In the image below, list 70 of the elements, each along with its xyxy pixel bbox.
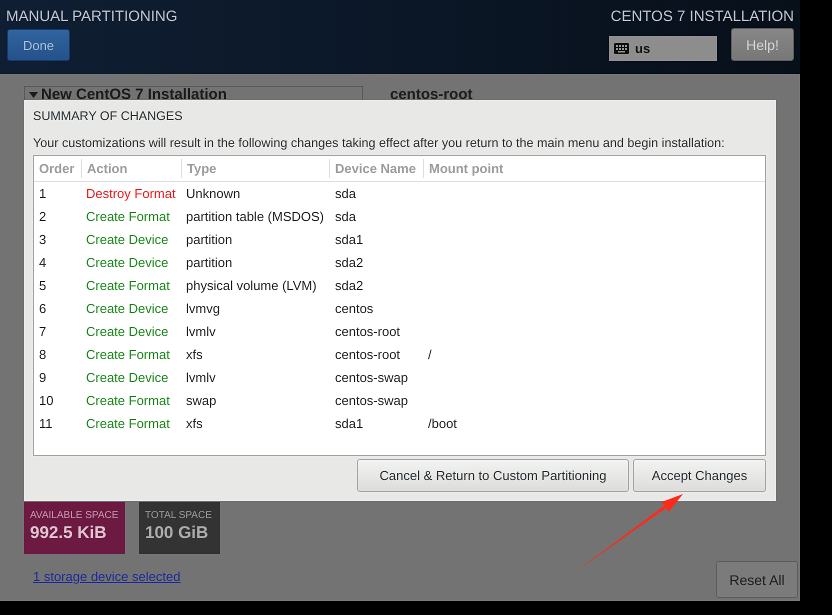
column-header[interactable]: Action: [87, 160, 128, 176]
table-cell: centos: [335, 301, 374, 316]
table-cell: 5: [39, 278, 46, 293]
table-cell: Create Format: [86, 393, 170, 408]
column-header[interactable]: Mount point: [429, 160, 504, 176]
dialog-button[interactable]: Accept Changes: [633, 459, 766, 492]
table-cell: partition table (MSDOS): [186, 209, 324, 224]
table-cell: Create Device: [86, 324, 168, 339]
tile-label: AVAILABLE SPACE: [30, 510, 118, 522]
table-cell: /: [428, 347, 432, 362]
table-cell: xfs: [186, 416, 203, 431]
detail-title: centos-root: [390, 88, 472, 101]
table-cell: 7: [39, 324, 46, 339]
table-cell: Create Device: [86, 370, 168, 385]
table-cell: Create Device: [86, 255, 168, 270]
dialog-button[interactable]: Cancel & Return to Custom Partitioning: [357, 459, 629, 492]
table-cell: sda1: [335, 232, 364, 247]
dialog-title: SUMMARY OF CHANGES: [33, 108, 183, 125]
tile-label: TOTAL SPACE: [145, 510, 212, 522]
table-cell: centos-root: [335, 324, 400, 339]
table-cell: sda2: [335, 255, 364, 270]
table-cell: 2: [39, 209, 46, 224]
table-cell: /boot: [428, 416, 457, 431]
table-cell: 10: [39, 393, 54, 408]
tile-value: 100 GiB: [145, 522, 208, 544]
table-cell: Create Format: [86, 278, 170, 293]
column-header[interactable]: Device Name: [335, 160, 416, 176]
table-cell: centos-root: [335, 347, 400, 362]
table-cell: centos-swap: [335, 370, 408, 385]
help-button[interactable]: Help!: [731, 28, 794, 61]
page-title: MANUAL PARTITIONING: [6, 8, 178, 26]
product-title: CENTOS 7 INSTALLATION: [610, 8, 794, 26]
table-cell: 11: [39, 416, 52, 431]
table-cell: sda: [335, 186, 356, 201]
table-cell: 3: [39, 232, 46, 247]
keyboard-layout-indicator[interactable]: us: [609, 36, 717, 61]
table-cell: 6: [39, 301, 46, 316]
table-cell: Create Device: [86, 301, 168, 316]
tile-value: 992.5 KiB: [30, 522, 107, 544]
column-header[interactable]: Order: [39, 160, 74, 176]
column-header[interactable]: Type: [187, 160, 216, 176]
table-cell: lvmlv: [186, 370, 216, 385]
table-cell: partition: [186, 232, 232, 247]
table-cell: 4: [39, 255, 46, 270]
reset-all-button[interactable]: Reset All: [716, 561, 798, 598]
table-cell: 1: [39, 186, 46, 201]
keyboard-icon: [614, 43, 629, 54]
table-cell: Create Device: [86, 232, 168, 247]
table-cell: 9: [39, 370, 46, 385]
table-cell: sda1: [335, 416, 364, 431]
done-button[interactable]: Done: [7, 29, 70, 61]
table-cell: Create Format: [86, 416, 170, 431]
table-cell: lvmlv: [186, 324, 216, 339]
table-cell: partition: [186, 255, 232, 270]
table-cell: 8: [39, 347, 46, 362]
table-cell: swap: [186, 393, 216, 408]
table-cell: Create Format: [86, 347, 170, 362]
table-cell: Destroy Format: [86, 186, 176, 201]
dialog-description: Your customizations will result in the following changes taking effect after you return to the main menu and begin installation:: [33, 135, 725, 152]
table-cell: sda2: [335, 278, 364, 293]
table-cell: Unknown: [186, 186, 240, 201]
table-cell: Create Format: [86, 209, 170, 224]
table-cell: centos-swap: [335, 393, 408, 408]
table-cell: physical volume (LVM): [186, 278, 317, 293]
table-cell: xfs: [186, 347, 203, 362]
table-cell: sda: [335, 209, 356, 224]
table-cell: lvmvg: [186, 301, 220, 316]
caret-icon[interactable]: [29, 92, 38, 98]
panel-title: New CentOS 7 Installation: [41, 88, 227, 101]
storage-devices-link[interactable]: 1 storage device selected: [33, 569, 180, 585]
